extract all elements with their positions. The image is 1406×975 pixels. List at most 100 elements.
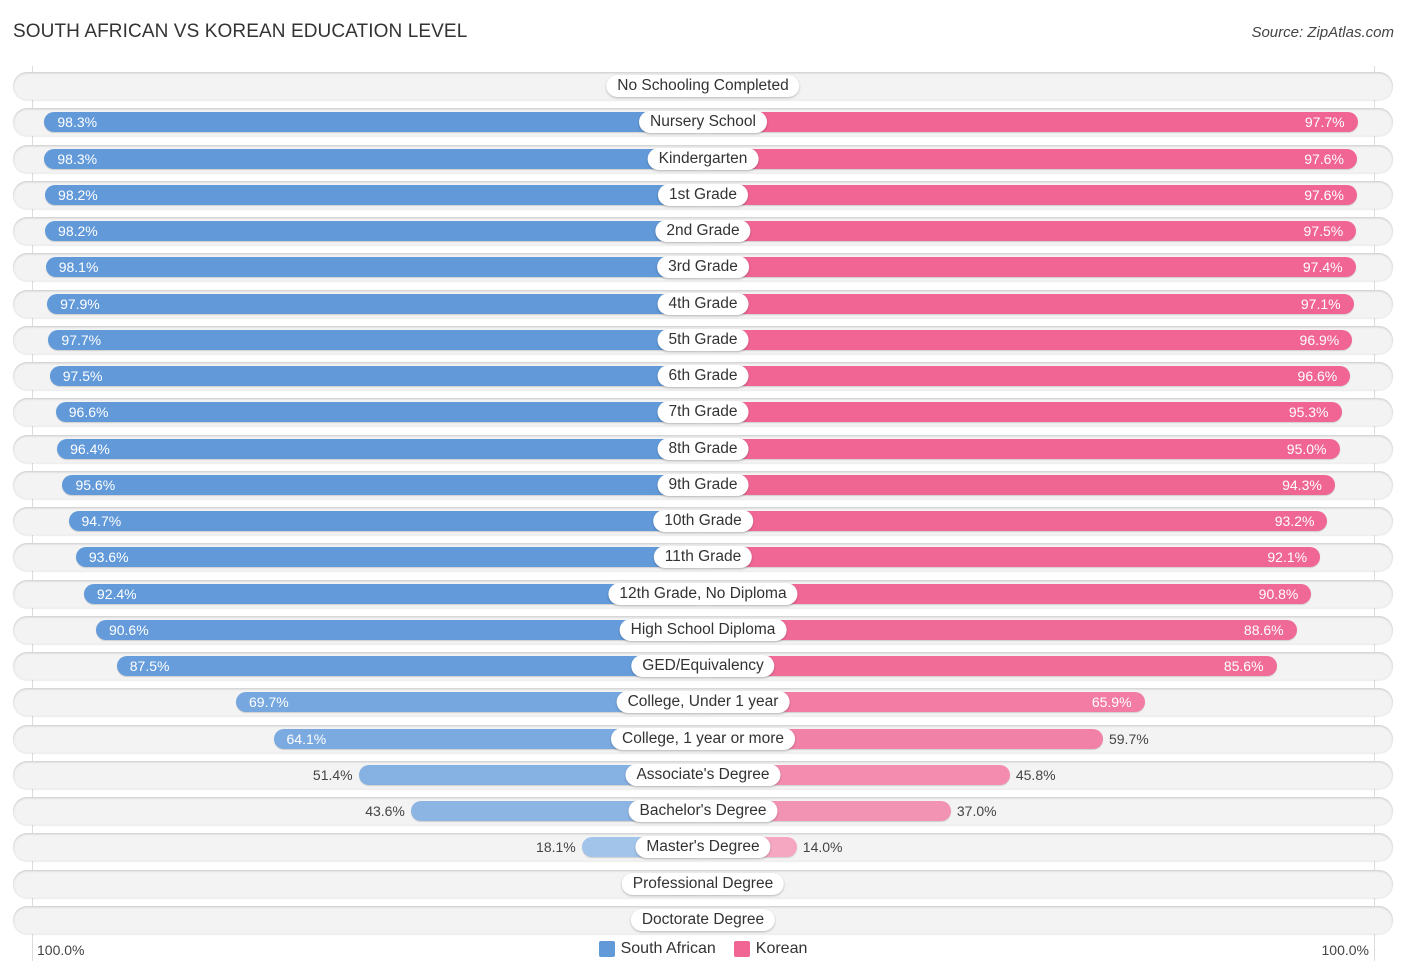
value-label-korean-3rd-grade: 97.4% [1302,259,1343,276]
category-label-no-schooling-completed: No Schooling Completed [606,75,800,97]
value-label-south-african-2nd-grade: 98.2% [58,223,98,240]
category-label-11th-grade: 11th Grade [653,546,753,569]
bar-south-african-10th-grade [68,511,703,532]
category-label-6th-grade: 6th Grade [657,365,749,388]
value-label-korean-kindergarten: 97.6% [1304,150,1344,167]
value-label-korean-college-1-year-or-more: 59.7% [1108,730,1149,747]
bar-korean-6th-grade [703,366,1351,387]
value-label-south-african-college-1-year-or-more: 64.1% [286,730,327,747]
bar-korean-8th-grade [703,438,1340,459]
value-label-korean-1st-grade: 97.6% [1304,186,1344,203]
value-label-south-african-8th-grade: 96.4% [70,440,110,457]
bar-korean-7th-grade [703,402,1342,423]
legend-item-south-african[interactable]: South African [598,940,716,958]
bar-south-african-9th-grade [62,474,703,495]
value-label-south-african-kindergarten: 98.3% [57,150,98,167]
category-label-7th-grade: 7th Grade [657,401,749,424]
value-label-south-african-bachelor-s-degree: 43.6% [365,803,405,820]
legend-label-south-african: South African [620,940,716,957]
bar-south-african-1st-grade [45,184,703,205]
value-label-korean-nursery-school: 97.7% [1304,114,1345,131]
chart-plot-area: 1.8%2.4%No Schooling Completed98.3%97.7%… [0,0,1406,975]
value-label-south-african-ged-equivalency: 87.5% [129,658,170,675]
category-label-8th-grade: 8th Grade [657,437,749,460]
bar-south-african-ged-equivalency [116,656,703,677]
value-label-south-african-associate-s-degree: 51.4% [312,766,353,783]
legend-item-korean[interactable]: Korean [733,940,808,958]
legend: South African Korean [0,940,1406,958]
bar-south-african-5th-grade [48,329,703,350]
category-label-professional-degree: Professional Degree [621,872,785,895]
category-label-ged-equivalency: GED/Equivalency [631,655,775,678]
value-label-south-african-nursery-school: 98.3% [57,114,98,131]
category-label-12th-grade-no-diploma: 12th Grade, No Diploma [608,582,798,605]
category-label-nursery-school: Nursery School [639,111,767,134]
bar-korean-2nd-grade [703,221,1357,242]
category-label-master-s-degree: Master's Degree [635,836,771,859]
value-label-south-african-7th-grade: 96.6% [68,404,109,421]
bar-south-african-3rd-grade [45,257,703,278]
value-label-south-african-high-school-diploma: 90.6% [108,621,149,638]
category-label-college-under-1-year: College, Under 1 year [616,691,790,714]
value-label-korean-college-under-1-year: 65.9% [1091,694,1132,711]
bar-korean-high-school-diploma [703,619,1297,640]
value-label-south-african-9th-grade: 95.6% [75,476,116,493]
value-label-korean-10th-grade: 93.2% [1274,513,1315,530]
value-label-south-african-master-s-degree: 18.1% [536,839,576,856]
bar-korean-11th-grade [703,547,1321,568]
value-label-korean-11th-grade: 92.1% [1267,549,1308,566]
category-label-3rd-grade: 3rd Grade [657,256,749,279]
value-label-south-african-12th-grade-no-diploma: 92.4% [96,585,137,602]
bar-korean-10th-grade [703,511,1328,532]
bar-south-african-6th-grade [49,366,703,387]
bar-south-african-high-school-diploma [95,619,703,640]
value-label-korean-5th-grade: 96.9% [1299,331,1340,348]
value-label-korean-2nd-grade: 97.5% [1303,223,1344,240]
value-label-south-african-4th-grade: 97.9% [60,295,100,312]
value-label-korean-associate-s-degree: 45.8% [1015,766,1056,783]
value-label-korean-12th-grade-no-diploma: 90.8% [1258,585,1299,602]
value-label-korean-9th-grade: 94.3% [1282,476,1322,493]
bar-korean-5th-grade [703,329,1353,350]
bar-south-african-2nd-grade [45,221,703,242]
category-label-4th-grade: 4th Grade [657,292,749,315]
value-label-south-african-1st-grade: 98.2% [58,186,98,203]
value-label-south-african-10th-grade: 94.7% [81,513,122,530]
value-label-south-african-6th-grade: 97.5% [62,368,103,385]
bar-south-african-nursery-school [44,112,703,133]
category-label-doctorate-degree: Doctorate Degree [630,908,776,931]
category-label-high-school-diploma: High School Diploma [619,618,787,641]
category-label-5th-grade: 5th Grade [657,328,749,351]
value-label-south-african-3rd-grade: 98.1% [58,259,99,276]
category-label-bachelor-s-degree: Bachelor's Degree [628,800,778,823]
bar-south-african-8th-grade [57,438,703,459]
value-label-korean-ged-equivalency: 85.6% [1223,658,1264,675]
bar-south-african-11th-grade [75,547,703,568]
bar-south-african-kindergarten [44,148,703,169]
value-label-korean-7th-grade: 95.3% [1288,404,1329,421]
bar-korean-4th-grade [703,293,1354,314]
bar-south-african-7th-grade [55,402,703,423]
category-label-college-1-year-or-more: College, 1 year or more [611,727,795,750]
value-label-korean-bachelor-s-degree: 37.0% [956,803,997,820]
value-label-south-african-5th-grade: 97.7% [61,331,102,348]
category-label-1st-grade: 1st Grade [657,183,749,206]
bar-korean-1st-grade [703,184,1357,205]
value-label-korean-master-s-degree: 14.0% [802,839,843,856]
value-label-korean-6th-grade: 96.6% [1297,368,1338,385]
value-label-korean-high-school-diploma: 88.6% [1243,621,1284,638]
legend-swatch-korean [733,941,750,957]
value-label-south-african-11th-grade: 93.6% [88,549,129,566]
value-label-korean-4th-grade: 97.1% [1300,295,1341,312]
bar-korean-kindergarten [703,148,1357,169]
bar-korean-9th-grade [703,474,1335,495]
category-label-10th-grade: 10th Grade [653,510,753,533]
legend-label-korean: Korean [755,940,808,957]
legend-swatch-south-african [598,941,615,957]
category-label-associate-s-degree: Associate's Degree [625,763,781,786]
bar-korean-nursery-school [703,112,1358,133]
value-label-korean-8th-grade: 95.0% [1286,440,1327,457]
category-label-kindergarten: Kindergarten [647,147,759,170]
category-label-2nd-grade: 2nd Grade [655,220,751,243]
bar-korean-ged-equivalency [703,656,1277,677]
